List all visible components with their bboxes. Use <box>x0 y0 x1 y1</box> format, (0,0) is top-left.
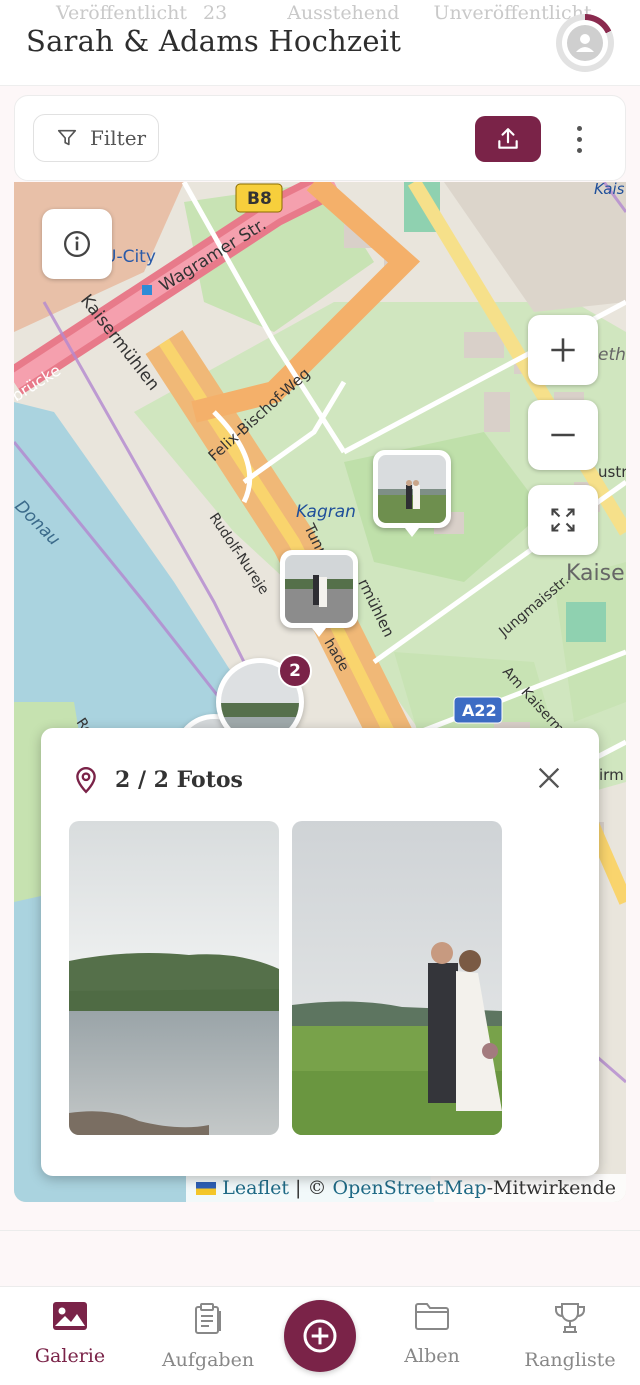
svg-text:Kagran: Kagran <box>296 502 356 522</box>
svg-text:B8: B8 <box>247 189 272 209</box>
svg-text:ustr: ustr <box>598 463 626 481</box>
nav-rangliste[interactable]: Rangliste <box>510 1301 630 1381</box>
trophy-icon <box>555 1303 585 1333</box>
marker-photo-couple <box>378 455 446 523</box>
tab-published[interactable]: Veröffentlicht <box>56 2 187 24</box>
location-pin-icon <box>76 766 96 794</box>
filter-label: Filter <box>90 126 147 150</box>
map-info-button[interactable] <box>42 209 112 279</box>
filter-button[interactable]: Filter <box>33 114 159 162</box>
ukraine-flag-icon <box>196 1181 217 1195</box>
location-photos-popup: 2 / 2 Fotos <box>41 728 599 1176</box>
tab-published-count: 23 <box>203 2 228 24</box>
gallery-toolbar: Filter <box>14 95 626 181</box>
fullscreen-button[interactable] <box>528 485 598 555</box>
popup-title: 2 / 2 Fotos <box>115 767 243 793</box>
photo-thumbnail-couple[interactable] <box>292 821 502 1135</box>
leaflet-link[interactable]: Leaflet <box>222 1177 289 1199</box>
photo-thumbnail-lake[interactable] <box>69 821 279 1135</box>
bottom-navigation: Galerie Aufgaben Alben Rangliste <box>0 1286 640 1385</box>
divider <box>0 1230 640 1231</box>
photo-marker[interactable] <box>280 550 358 637</box>
zoom-in-button[interactable] <box>528 315 598 385</box>
svg-text:irm: irm <box>599 766 624 784</box>
upload-icon <box>498 128 518 149</box>
info-icon <box>64 231 90 257</box>
add-photo-button[interactable] <box>284 1300 356 1372</box>
svg-text:Kaise: Kaise <box>566 561 625 586</box>
status-tabs: Veröffentlicht 23 Ausstehend Unveröffent… <box>56 2 625 24</box>
image-icon <box>53 1302 87 1330</box>
svg-text:eth: eth <box>598 345 626 365</box>
svg-text:A22: A22 <box>462 701 497 720</box>
more-options-icon[interactable] <box>567 118 591 160</box>
clipboard-icon <box>195 1303 221 1334</box>
tab-pending[interactable]: Ausstehend <box>287 2 399 24</box>
page-title: Sarah & Adams Hochzeit <box>26 24 402 58</box>
avatar[interactable] <box>556 14 614 72</box>
app-header: Veröffentlicht 23 Ausstehend Unveröffent… <box>0 0 640 86</box>
marker-photo-road <box>285 555 353 623</box>
nav-galerie[interactable]: Galerie <box>10 1301 130 1381</box>
fullscreen-icon <box>551 508 575 532</box>
photo-marker[interactable] <box>373 450 451 537</box>
svg-text:Kais: Kais <box>594 182 625 198</box>
user-icon <box>567 25 603 61</box>
filter-icon <box>57 129 77 146</box>
plus-circle-icon <box>303 1319 337 1353</box>
cluster-count-badge: 2 <box>278 654 312 688</box>
upload-button[interactable] <box>475 116 541 162</box>
nav-alben[interactable]: Alben <box>372 1301 492 1381</box>
close-icon[interactable] <box>535 764 563 792</box>
osm-link[interactable]: OpenStreetMap <box>333 1177 487 1199</box>
folder-icon <box>415 1303 449 1330</box>
plus-icon <box>551 338 575 362</box>
nav-aufgaben[interactable]: Aufgaben <box>148 1301 268 1381</box>
zoom-out-button[interactable] <box>528 400 598 470</box>
minus-icon <box>551 433 575 437</box>
map-attribution: Leaflet | © OpenStreetMap -Mitwirkende <box>186 1174 626 1202</box>
